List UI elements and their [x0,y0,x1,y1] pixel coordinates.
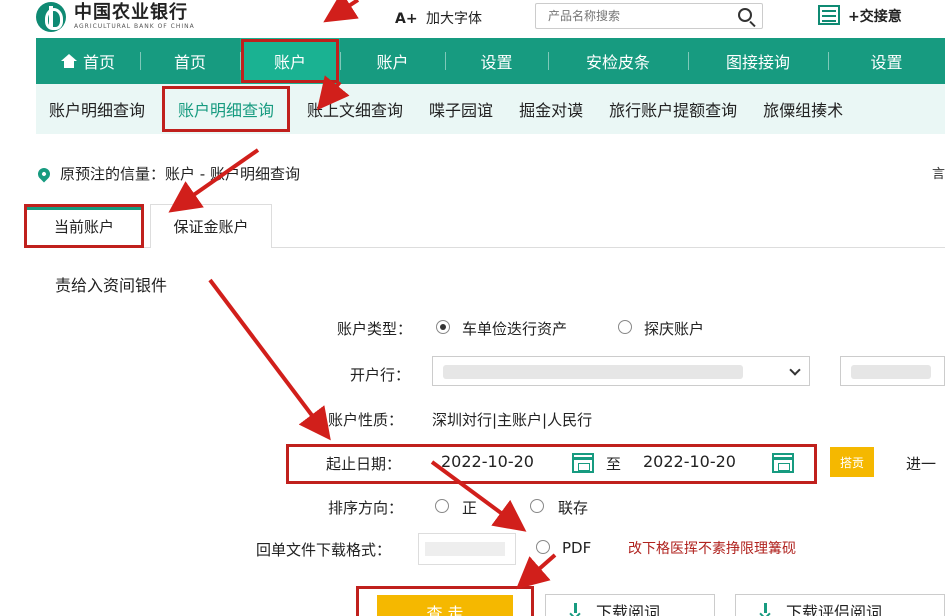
section-title: 责给入资间银件 [55,276,168,295]
search-icon[interactable] [738,8,752,22]
calculator-icon[interactable] [818,5,840,25]
format-option[interactable]: PDF [562,539,591,557]
redacted-value [851,365,931,379]
chevron-down-icon [789,364,801,376]
nav-home-label: 首页 [82,53,115,72]
query-button[interactable]: 查 走 [377,595,513,616]
format-label: 回单文件下载格式： [256,541,392,559]
bank-logo[interactable]: 中国农业银行 AGRICULTURAL BANK OF CHINA [36,2,195,32]
nav-item-label: 账户 [376,53,409,72]
subnav-item-5[interactable]: 掘金对谟 [506,84,596,134]
edge-text: 言 [931,167,945,182]
abc-logo-icon [36,2,66,32]
download-icon [758,603,774,616]
sort-radio-2[interactable] [530,499,544,513]
subnav-item-6[interactable]: 旅行账户提额查询 [596,84,750,134]
query-button-frame: 查 走 [356,586,534,616]
logo-name-cn: 中国农业银行 [74,2,188,23]
breadcrumb-text: 原预注的信量：账户 - 账户明细查询 [60,165,300,183]
nav-item-2[interactable]: 首页 [140,38,240,84]
main-nav: 首页 首页 账户 账户 设置 安检皮条 图接接询 设置 [36,38,945,84]
account-type-option-1[interactable]: 车单俭迭行资产 [462,318,567,339]
nav-item-label: 安检皮条 [585,53,650,72]
subnav-item-1[interactable]: 账户明细查询 [36,84,158,134]
nav-item-label: 首页 [173,53,206,72]
account-type-label: 账户类型： [337,320,413,338]
date-range-label: 起止日期： [326,455,402,473]
redacted-value [443,365,743,379]
account-type-radio-1[interactable] [436,320,450,334]
tab-margin-account[interactable]: 保证金账户 [150,204,272,248]
format-hint: 改下格医挥不素挣限理篝砚 [628,541,796,557]
top-header: 中国农业银行 AGRICULTURAL BANK OF CHINA A+ 加大字… [0,0,945,38]
download-button-2[interactable]: 下载评侣阅词 [735,594,945,616]
subnav-item-4[interactable]: 喋子园谊 [416,84,506,134]
nav-item-8[interactable]: 设置 [828,38,945,84]
arrow-to-query [515,553,557,590]
format-radio[interactable] [536,540,550,554]
sort-option-1[interactable]: 正 [462,497,477,518]
arrow-to-date [208,278,331,441]
calendar-icon[interactable] [772,453,794,473]
nav-account[interactable]: 账户 [240,38,340,84]
nav-item-label: 图接接询 [725,53,790,72]
font-size-toggle[interactable]: A+ 加大字体 [395,8,482,28]
subnav-item-3[interactable]: 账上文细查询 [294,84,416,134]
logo-text: 中国农业银行 AGRICULTURAL BANK OF CHINA [74,3,195,31]
nav-settings[interactable]: 设置 [445,38,548,84]
location-pin-icon [35,165,53,182]
account-type-radio-2[interactable] [618,320,632,334]
nav-item-label: 设置 [480,53,513,72]
sort-option-2[interactable]: 联存 [558,497,588,518]
subnav-item-7[interactable]: 旅僳组揍术 [750,84,856,134]
nav-item-4[interactable]: 账户 [340,38,445,84]
download-icon [568,603,584,616]
font-size-label: 加大字体 [426,11,483,27]
date-quick-button[interactable]: 搭贡 [830,447,874,477]
end-date-input[interactable]: 2022-10-20 [643,452,736,471]
download-button-label: 下载阅词 [596,603,661,616]
nav-item-label: 设置 [870,53,903,72]
subnav-account-detail[interactable]: 账户明细查询 [162,86,291,132]
sort-radio-1[interactable] [435,499,449,513]
font-size-icon: A+ [395,11,418,27]
account-nature-label: 账户性质： [328,411,404,429]
download-button-1[interactable]: 下载阅词 [545,594,715,616]
search-input[interactable] [536,4,726,28]
search-box [535,3,763,29]
sub-nav: 账户明细查询 账户明细查询 账上文细查询 喋子园谊 掘金对谟 旅行账户提额查询 … [36,84,945,134]
account-tabs: 当前账户 保证金账户 [24,204,945,248]
home-icon [60,54,77,68]
nav-home[interactable]: 首页 [36,38,140,84]
tab-current-account[interactable]: 当前账户 [24,204,144,248]
calendar-icon[interactable] [572,453,594,473]
account-nature-value: 深圳対行|主账户|人民行 [432,411,593,429]
download-button-label: 下载评侣阅词 [786,603,883,616]
nav-item-6[interactable]: 安检皮条 [548,38,688,84]
sort-label: 排序方向： [328,499,404,517]
nav-item-label: 账户 [273,53,306,72]
account-type-option-2[interactable]: 探庆账户 [644,318,704,339]
open-bank-sub-select[interactable] [840,356,945,386]
next-link[interactable]: 进一 [906,453,936,474]
breadcrumb: 原预注的信量：账户 - 账户明细查询 [35,163,300,184]
nav-item-7[interactable]: 图接接询 [688,38,828,84]
logo-name-en: AGRICULTURAL BANK OF CHINA [74,23,195,30]
header-link[interactable]: +交接意 [848,6,902,26]
format-input[interactable] [418,533,516,565]
open-bank-select[interactable] [432,356,810,386]
start-date-input[interactable]: 2022-10-20 [441,452,534,471]
open-bank-label: 开户行： [350,366,411,384]
date-separator: 至 [606,455,622,473]
